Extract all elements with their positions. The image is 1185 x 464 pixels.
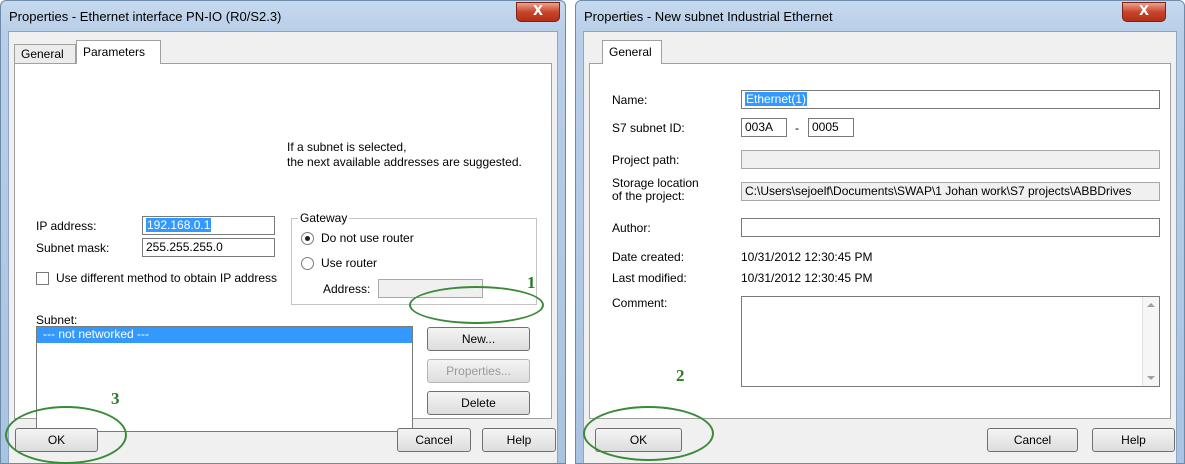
project-path-label: Project path: <box>612 153 680 167</box>
dialog-client-area: General Name: Ethernet(1) S7 subnet ID: … <box>583 31 1177 463</box>
ip-address-input[interactable]: 192.168.0.1 <box>142 216 275 235</box>
use-router-radio[interactable] <box>301 257 314 270</box>
scroll-up-icon[interactable] <box>1147 303 1155 307</box>
hint-line-2: the next available addresses are suggest… <box>287 155 522 169</box>
name-input[interactable]: Ethernet(1) <box>741 90 1160 109</box>
subnet-properties-button[interactable]: Properties... <box>427 359 530 383</box>
new-subnet-button[interactable]: New... <box>427 327 530 351</box>
name-label: Name: <box>612 93 648 107</box>
s7-subnet-id-part2-input[interactable]: 0005 <box>808 118 854 137</box>
date-created-value: 10/31/2012 12:30:45 PM <box>741 250 873 264</box>
annotation-ellipse-new <box>409 286 544 324</box>
comment-label: Comment: <box>612 296 668 310</box>
router-address-label: Address: <box>323 282 371 296</box>
subnet-mask-label: Subnet mask: <box>36 241 110 255</box>
do-not-use-router-label: Do not use router <box>321 231 414 245</box>
close-button[interactable]: X <box>516 2 560 22</box>
tab-parameters[interactable]: Parameters <box>76 40 161 64</box>
parameters-page: If a subnet is selected, the next availa… <box>14 63 552 432</box>
project-path-field <box>741 150 1160 169</box>
annotation-number-1: 1 <box>527 273 536 292</box>
annotation-number-3: 3 <box>111 389 120 408</box>
annotation-ellipse-ok <box>583 406 714 461</box>
last-modified-value: 10/31/2012 12:30:45 PM <box>741 271 873 285</box>
subnet-mask-input[interactable]: 255.255.255.0 <box>142 238 275 257</box>
scroll-down-icon[interactable] <box>1147 376 1155 380</box>
title-bar[interactable]: Properties - Ethernet interface PN-IO (R… <box>1 1 565 31</box>
delete-subnet-button[interactable]: Delete <box>427 391 530 415</box>
tab-general[interactable]: General <box>602 40 662 64</box>
ethernet-interface-properties-dialog: Properties - Ethernet interface PN-IO (R… <box>0 0 566 464</box>
s7-subnet-id-label: S7 subnet ID: <box>612 121 685 135</box>
ip-address-value: 192.168.0.1 <box>146 218 212 232</box>
s7-subnet-id-part1-input[interactable]: 003A <box>741 118 787 137</box>
last-modified-label: Last modified: <box>612 271 687 285</box>
different-method-label: Use different method to obtain IP addres… <box>56 271 278 285</box>
author-label: Author: <box>612 221 651 235</box>
author-input[interactable] <box>741 218 1160 237</box>
name-value: Ethernet(1) <box>745 92 808 106</box>
ip-address-label: IP address: <box>36 219 97 233</box>
dialog-title: Properties - New subnet Industrial Ether… <box>584 9 833 24</box>
list-item[interactable]: --- not networked --- <box>37 327 412 343</box>
title-bar[interactable]: Properties - New subnet Industrial Ether… <box>576 1 1184 31</box>
help-button[interactable]: Help <box>482 428 556 452</box>
dialog-client-area: General Parameters If a subnet is select… <box>8 31 558 463</box>
cancel-button[interactable]: Cancel <box>397 428 471 452</box>
annotation-ellipse-ok <box>5 406 127 464</box>
date-created-label: Date created: <box>612 250 685 264</box>
new-subnet-properties-dialog: Properties - New subnet Industrial Ether… <box>575 0 1185 464</box>
tab-general[interactable]: General <box>14 44 76 63</box>
s7-subnet-id-separator: - <box>795 121 799 135</box>
storage-location-label-1: Storage location <box>612 176 699 190</box>
subnet-label: Subnet: <box>36 313 78 327</box>
dialog-title: Properties - Ethernet interface PN-IO (R… <box>9 9 282 24</box>
close-button[interactable]: X <box>1122 2 1166 22</box>
storage-location-label-2: of the project: <box>612 189 685 203</box>
cancel-button[interactable]: Cancel <box>987 428 1078 452</box>
storage-location-field: C:\Users\sejoelf\Documents\SWAP\1 Johan … <box>741 182 1160 201</box>
hint-line-1: If a subnet is selected, <box>287 140 407 154</box>
annotation-number-2: 2 <box>676 366 685 385</box>
do-not-use-router-radio[interactable] <box>301 232 314 245</box>
comment-textarea[interactable] <box>741 296 1160 387</box>
gateway-title: Gateway <box>298 211 350 225</box>
use-router-label: Use router <box>321 256 378 270</box>
help-button[interactable]: Help <box>1092 428 1175 452</box>
comment-scrollbar[interactable] <box>1142 297 1159 386</box>
different-method-checkbox[interactable] <box>36 272 49 285</box>
